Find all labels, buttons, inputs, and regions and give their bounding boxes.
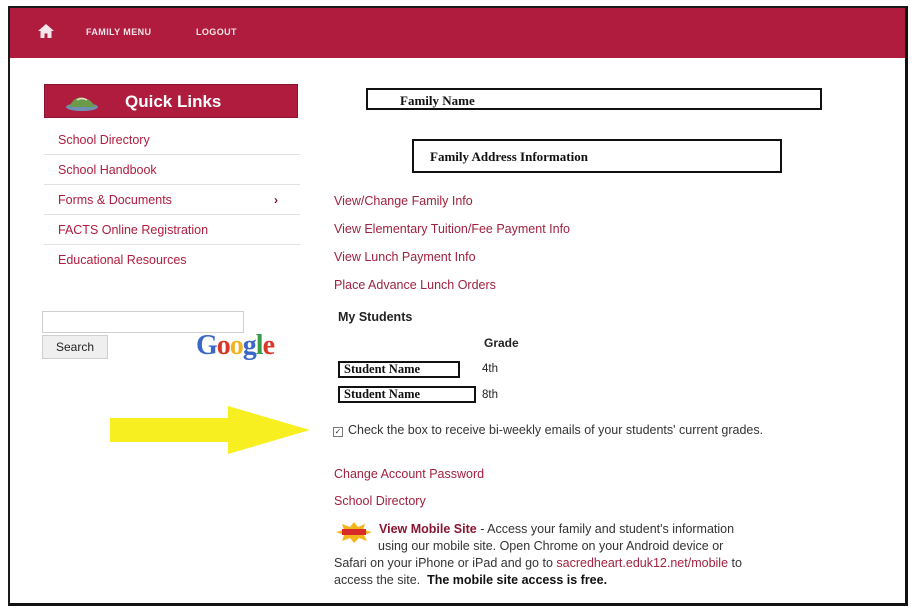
globe-icon	[66, 97, 98, 111]
student-grade: 4th	[482, 363, 498, 375]
google-logo: Google	[196, 330, 275, 361]
quick-link-forms-documents[interactable]: Forms & Documents ›	[44, 185, 300, 215]
email-opt-in-checkbox[interactable]: ✓	[333, 427, 343, 437]
email-opt-in-label: Check the box to receive bi-weekly email…	[348, 423, 764, 437]
yellow-arrow-annotation	[110, 406, 310, 454]
top-nav-bar: FAMILY MENU LOGOUT	[10, 8, 905, 58]
my-students-heading: My Students	[338, 310, 413, 324]
quick-link-school-handbook[interactable]: School Handbook	[44, 155, 300, 185]
link-advance-lunch-orders[interactable]: Place Advance Lunch Orders	[334, 278, 496, 292]
search-button[interactable]: Search	[42, 335, 108, 359]
family-address-text: Family Address Information	[430, 149, 588, 164]
link-change-password[interactable]: Change Account Password	[334, 467, 484, 481]
nav-family-menu[interactable]: FAMILY MENU	[86, 27, 151, 37]
mobile-site-info: View Mobile Site - Access your family an…	[334, 522, 742, 587]
link-view-tuition-fee-payment[interactable]: View Elementary Tuition/Fee Payment Info	[334, 222, 570, 236]
student-grade: 8th	[482, 389, 498, 401]
quick-link-school-directory[interactable]: School Directory	[44, 125, 300, 155]
link-school-directory[interactable]: School Directory	[334, 494, 426, 508]
family-name-text: Family Name	[400, 93, 475, 108]
quick-link-label: Educational Resources	[58, 253, 187, 267]
quick-link-educational-resources[interactable]: Educational Resources	[44, 245, 300, 275]
grade-column-header: Grade	[484, 336, 519, 350]
quick-links-header: Quick Links	[44, 84, 298, 118]
nav-logout[interactable]: LOGOUT	[196, 27, 237, 37]
mobile-site-free-note: The mobile site access is free.	[427, 573, 608, 587]
link-view-lunch-payment[interactable]: View Lunch Payment Info	[334, 250, 476, 264]
home-icon[interactable]	[38, 24, 54, 38]
quick-link-label: Forms & Documents	[58, 193, 172, 207]
family-name-box: Family Name	[366, 88, 822, 110]
student-name[interactable]: Student Name	[338, 361, 460, 378]
link-view-change-family-info[interactable]: View/Change Family Info	[334, 194, 473, 208]
family-address-box: Family Address Information	[412, 139, 782, 173]
quick-link-label: School Handbook	[58, 163, 157, 177]
browser-frame: FAMILY MENU LOGOUT Quick Links School Di…	[8, 6, 908, 606]
quick-links-title: Quick Links	[125, 92, 222, 111]
quick-link-facts-registration[interactable]: FACTS Online Registration	[44, 215, 300, 245]
quick-link-label: FACTS Online Registration	[58, 223, 209, 237]
email-opt-in: ✓ Check the box to receive bi-weekly emai…	[333, 421, 823, 439]
quick-links-list: School Directory School Handbook Forms &…	[44, 125, 300, 275]
chevron-right-icon: ›	[274, 193, 278, 207]
mobile-site-url[interactable]: sacredheart.eduk12.net/mobile	[556, 556, 728, 570]
view-mobile-site-link[interactable]: View Mobile Site	[379, 522, 477, 536]
student-name[interactable]: Student Name	[338, 386, 476, 403]
quick-link-label: School Directory	[58, 133, 150, 147]
